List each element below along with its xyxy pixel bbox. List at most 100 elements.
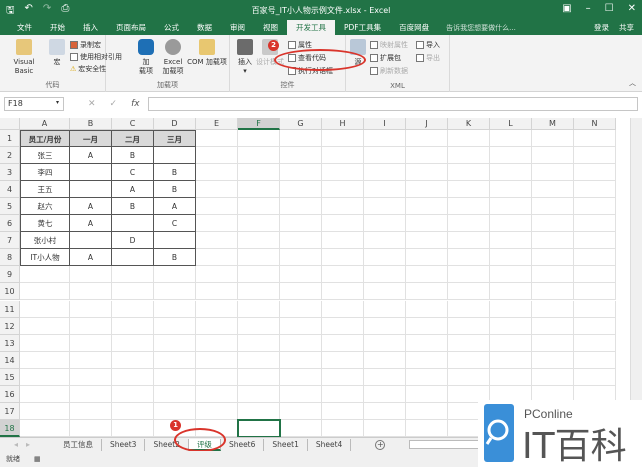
cell[interactable]	[112, 283, 154, 301]
row-header-4[interactable]: 4	[0, 181, 20, 199]
row-header-18[interactable]: 18	[0, 419, 20, 437]
table-cell[interactable]: C	[112, 164, 154, 182]
insert-control-button[interactable]: 插入 ▾	[236, 39, 254, 76]
table-cell[interactable]	[112, 249, 154, 267]
cell[interactable]	[322, 198, 364, 216]
cell[interactable]	[532, 130, 574, 148]
table-cell[interactable]: B	[154, 249, 196, 267]
cell[interactable]	[532, 215, 574, 233]
cell[interactable]	[532, 368, 574, 386]
table-cell[interactable]	[70, 232, 112, 250]
tell-me-input[interactable]: 告诉我您想要做什么...	[446, 23, 516, 33]
cell[interactable]	[364, 266, 406, 284]
cell[interactable]	[238, 300, 280, 318]
cell[interactable]	[532, 300, 574, 318]
cell[interactable]	[70, 266, 112, 284]
macro-security-button[interactable]: ⚠ 宏安全性	[70, 64, 106, 74]
cell[interactable]	[490, 351, 532, 369]
cell[interactable]	[20, 266, 70, 284]
cell[interactable]	[20, 334, 70, 352]
cell[interactable]	[70, 368, 112, 386]
collapse-ribbon-icon[interactable]: ︿	[629, 78, 636, 88]
row-header-9[interactable]: 9	[0, 266, 20, 284]
cell[interactable]	[364, 368, 406, 386]
table-cell[interactable]: B	[154, 181, 196, 199]
cell[interactable]	[574, 215, 616, 233]
addins-button[interactable]: 加 载项	[136, 39, 156, 76]
close-button[interactable]: ✕	[628, 3, 636, 14]
cell[interactable]	[20, 368, 70, 386]
column-header-K[interactable]: K	[448, 118, 490, 130]
row-header-3[interactable]: 3	[0, 164, 20, 182]
row-header-5[interactable]: 5	[0, 198, 20, 216]
table-cell[interactable]: 李四	[20, 164, 70, 182]
cell[interactable]	[196, 181, 238, 199]
cell[interactable]	[196, 130, 238, 148]
cell[interactable]	[20, 351, 70, 369]
cell[interactable]	[154, 334, 196, 352]
refresh-data-button[interactable]: 刷新数据	[370, 66, 408, 76]
cell[interactable]	[196, 368, 238, 386]
table-cell[interactable]: A	[112, 181, 154, 199]
cell[interactable]	[70, 317, 112, 335]
column-header-H[interactable]: H	[322, 118, 364, 130]
cell[interactable]	[196, 215, 238, 233]
row-header-15[interactable]: 15	[0, 368, 20, 386]
macros-button[interactable]: 宏	[48, 39, 66, 67]
cell[interactable]	[490, 266, 532, 284]
table-cell[interactable]: A	[70, 198, 112, 216]
cell[interactable]	[574, 130, 616, 148]
cell[interactable]	[322, 181, 364, 199]
cell[interactable]	[364, 130, 406, 148]
cell[interactable]	[322, 130, 364, 148]
row-header-11[interactable]: 11	[0, 300, 20, 318]
table-header-cell[interactable]: 二月	[112, 130, 154, 148]
cell[interactable]	[532, 266, 574, 284]
tab-review[interactable]: 审阅	[221, 20, 254, 35]
cell[interactable]	[238, 215, 280, 233]
cell[interactable]	[448, 130, 490, 148]
sheet-tab-sheet6[interactable]: Sheet6	[221, 438, 265, 451]
cell[interactable]	[364, 317, 406, 335]
name-box[interactable]: F18	[4, 97, 64, 111]
login-link[interactable]: 登录	[594, 22, 609, 33]
cell[interactable]	[112, 402, 154, 420]
cell[interactable]	[280, 164, 322, 182]
sheet-tab-employee-info[interactable]: 员工信息	[55, 438, 102, 451]
row-header-12[interactable]: 12	[0, 317, 20, 335]
cell[interactable]	[322, 164, 364, 182]
cell[interactable]	[196, 351, 238, 369]
formula-input[interactable]	[148, 97, 638, 111]
cell[interactable]	[532, 181, 574, 199]
tab-formulas[interactable]: 公式	[155, 20, 188, 35]
minimize-button[interactable]: –	[586, 3, 591, 14]
cell[interactable]	[448, 232, 490, 250]
cell[interactable]	[196, 385, 238, 403]
cell[interactable]	[238, 232, 280, 250]
cell[interactable]	[196, 317, 238, 335]
cell[interactable]	[532, 317, 574, 335]
excel-addins-button[interactable]: Excel 加载项	[160, 39, 186, 76]
cell[interactable]	[406, 198, 448, 216]
cell[interactable]	[238, 249, 280, 267]
cell[interactable]	[280, 351, 322, 369]
table-header-cell[interactable]: 三月	[154, 130, 196, 148]
table-cell[interactable]: D	[112, 232, 154, 250]
column-header-A[interactable]: A	[20, 118, 70, 130]
cell[interactable]	[448, 147, 490, 165]
table-cell[interactable]	[154, 147, 196, 165]
cell[interactable]	[406, 402, 448, 420]
cell[interactable]	[154, 317, 196, 335]
cell[interactable]	[490, 283, 532, 301]
column-header-N[interactable]: N	[574, 118, 616, 130]
cell[interactable]	[112, 300, 154, 318]
vertical-scrollbar[interactable]	[630, 118, 642, 437]
cell[interactable]	[364, 181, 406, 199]
cell[interactable]	[490, 130, 532, 148]
cell[interactable]	[154, 368, 196, 386]
cell[interactable]	[280, 283, 322, 301]
cell[interactable]	[406, 164, 448, 182]
cell[interactable]	[154, 283, 196, 301]
import-button[interactable]: 导入	[416, 40, 440, 50]
cell[interactable]	[20, 317, 70, 335]
